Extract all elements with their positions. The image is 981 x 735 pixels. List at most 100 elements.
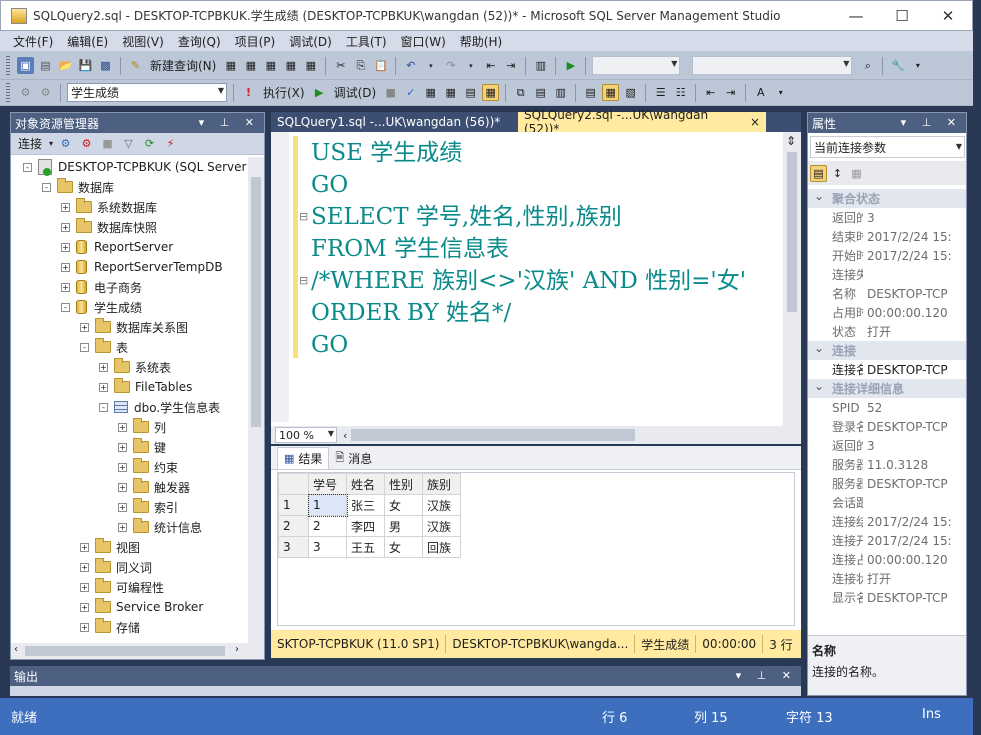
close-button[interactable]: ✕ xyxy=(925,1,971,31)
scrollbar-thumb[interactable] xyxy=(251,177,261,427)
scrollbar-thumb[interactable] xyxy=(25,646,225,656)
toolbar-grip[interactable] xyxy=(6,82,10,103)
collapse-icon[interactable]: - xyxy=(99,402,108,412)
live-stats-icon[interactable]: ▤ xyxy=(532,84,549,101)
include-plan-icon[interactable]: ⧉ xyxy=(512,84,529,101)
tree-node[interactable]: + ReportServer xyxy=(11,237,248,257)
navigate-back-icon[interactable]: ⇤ xyxy=(482,57,499,74)
tree-node[interactable]: - 学生成绩 xyxy=(11,297,248,317)
copy-icon[interactable]: ⎘ xyxy=(352,57,369,74)
decrease-indent-icon[interactable]: ⇤ xyxy=(702,84,719,101)
scrollbar-thumb[interactable] xyxy=(787,152,797,312)
toolbar-options-icon[interactable]: ▾ xyxy=(909,57,926,74)
new-query-icon[interactable]: ✎ xyxy=(127,57,144,74)
row-number[interactable]: 3 xyxy=(278,536,309,558)
tree-node[interactable]: + 数据库关系图 xyxy=(11,317,248,337)
increase-indent-icon[interactable]: ⇥ xyxy=(722,84,739,101)
close-tab-icon[interactable]: × xyxy=(750,115,760,129)
tree-node[interactable]: + 同义词 xyxy=(11,557,248,577)
change-connection-icon[interactable]: ⚙ xyxy=(37,84,54,101)
property-row[interactable]: 结束时间 2017/2/24 15: xyxy=(808,227,966,246)
cut-icon[interactable]: ✂ xyxy=(332,57,349,74)
grid-cell[interactable]: 女 xyxy=(384,536,423,558)
zoom-combo[interactable]: 100 % ▼ xyxy=(275,427,337,443)
find-combo[interactable]: ▼ xyxy=(692,56,853,75)
expand-icon[interactable]: + xyxy=(118,482,127,492)
grid-cell[interactable]: 李四 xyxy=(346,515,385,537)
menu-project[interactable]: 项目(P) xyxy=(228,33,283,50)
connect-icon[interactable]: ⚙ xyxy=(57,135,74,152)
expand-icon[interactable]: + xyxy=(99,362,108,372)
solution-config-combo[interactable]: ▼ xyxy=(592,56,681,75)
scroll-left-icon[interactable]: ‹ xyxy=(14,644,18,655)
tree-node[interactable]: + 统计信息 xyxy=(11,517,248,537)
property-row[interactable]: 占用时间 00:00:00.120 xyxy=(808,303,966,322)
tree-node[interactable]: + 键 xyxy=(11,437,248,457)
tree-node[interactable]: + 可编程性 xyxy=(11,577,248,597)
collapse-icon[interactable]: ⊟ xyxy=(299,274,308,287)
minimize-button[interactable]: — xyxy=(833,1,879,31)
property-row[interactable]: 连接状态打开 xyxy=(808,569,966,588)
grid-column-header[interactable]: 性别 xyxy=(384,473,423,495)
property-row[interactable]: 开始时间 2017/2/24 15: xyxy=(808,246,966,265)
property-category[interactable]: ⌄ 连接 xyxy=(808,341,966,360)
property-category[interactable]: ⌄ 聚合状态 xyxy=(808,189,966,208)
property-row[interactable]: 连接结束 2017/2/24 15: xyxy=(808,512,966,531)
expand-icon[interactable]: + xyxy=(80,622,89,632)
connect-icon[interactable]: ⚙ xyxy=(17,84,34,101)
property-row[interactable]: 会话跟踪 xyxy=(808,493,966,512)
query-designer-icon[interactable]: ▦ xyxy=(442,84,459,101)
tab-messages[interactable]: 🗎 消息 xyxy=(329,447,378,469)
results-grid-icon[interactable]: ▦ xyxy=(602,84,620,101)
sql-editor[interactable]: ⊟ ⊟ USE 学生成绩 GO SELECT 学号,姓名,性别,族别 FROM … xyxy=(271,132,801,426)
db-query-icon[interactable]: ▦ xyxy=(222,57,239,74)
categorized-icon[interactable]: ▤ xyxy=(810,164,827,182)
grid-cell[interactable]: 张三 xyxy=(346,494,385,516)
property-row[interactable]: 服务器名 DESKTOP-TCP xyxy=(808,474,966,493)
collapse-icon[interactable]: - xyxy=(80,342,89,352)
parse-icon[interactable]: ✓ xyxy=(402,84,419,101)
grid-cell[interactable]: 女 xyxy=(384,494,423,516)
mdx-query-icon[interactable]: ▦ xyxy=(242,57,259,74)
properties-object-combo[interactable]: 当前连接参数 ▼ xyxy=(810,136,965,158)
specify-values-icon[interactable]: A xyxy=(752,84,769,101)
table-row[interactable]: 3 3 王五女回族 xyxy=(278,536,461,558)
undo-dropdown-icon[interactable]: ▾ xyxy=(422,57,439,74)
add-item-icon[interactable]: ▤ xyxy=(37,57,54,74)
expand-icon[interactable]: + xyxy=(118,522,127,532)
tree-node[interactable]: + 系统表 xyxy=(11,357,248,377)
collapse-icon[interactable]: ⊟ xyxy=(299,210,308,223)
editor-vertical-scrollbar[interactable]: ⇕ xyxy=(783,132,801,426)
expand-icon[interactable]: + xyxy=(80,582,89,592)
results-to-text-icon[interactable]: ▤ xyxy=(582,84,599,101)
expand-icon[interactable]: + xyxy=(80,602,89,612)
grid-cell[interactable]: 汉族 xyxy=(422,515,461,537)
row-number[interactable]: 2 xyxy=(278,515,309,537)
expand-icon[interactable]: + xyxy=(99,382,108,392)
new-project-icon[interactable]: ▣ xyxy=(17,57,34,74)
collapse-icon[interactable]: ⌄ xyxy=(814,379,824,393)
paste-icon[interactable]: 📋 xyxy=(372,57,389,74)
redo-dropdown-icon[interactable]: ▾ xyxy=(462,57,479,74)
property-row[interactable]: SPID 52 xyxy=(808,398,966,417)
tree-node[interactable]: - 数据库 xyxy=(11,177,248,197)
editor-hscroll-thumb[interactable] xyxy=(351,429,636,441)
expand-icon[interactable]: + xyxy=(80,322,89,332)
query-options-icon[interactable]: ▤ xyxy=(462,84,479,101)
tree-node[interactable]: + 视图 xyxy=(11,537,248,557)
row-number[interactable]: 1 xyxy=(278,494,309,516)
expand-icon[interactable]: + xyxy=(118,502,127,512)
tab-sqlquery2[interactable]: SQLQuery2.sql -...UK\wangdan (52))* × xyxy=(518,108,766,136)
split-icon[interactable]: ⇕ xyxy=(786,134,796,148)
refresh-icon[interactable]: ⟳ xyxy=(141,135,158,152)
tree-node[interactable]: -表 xyxy=(11,337,248,357)
execute-button[interactable]: 执行(X) xyxy=(260,84,308,101)
menu-edit[interactable]: 编辑(E) xyxy=(60,33,115,50)
tree-node[interactable]: - DESKTOP-TCPBKUK (SQL Server xyxy=(11,157,248,177)
panel-buttons[interactable]: ▾ ⊥ ✕ xyxy=(736,669,797,682)
find-in-files-icon[interactable]: ⌕ xyxy=(859,57,876,74)
tree-horizontal-scrollbar[interactable]: ‹ › xyxy=(11,643,264,659)
start-debug-icon[interactable]: ▶ xyxy=(562,57,579,74)
tree-node[interactable]: + 数据库快照 xyxy=(11,217,248,237)
undo-icon[interactable]: ↶ xyxy=(402,57,419,74)
